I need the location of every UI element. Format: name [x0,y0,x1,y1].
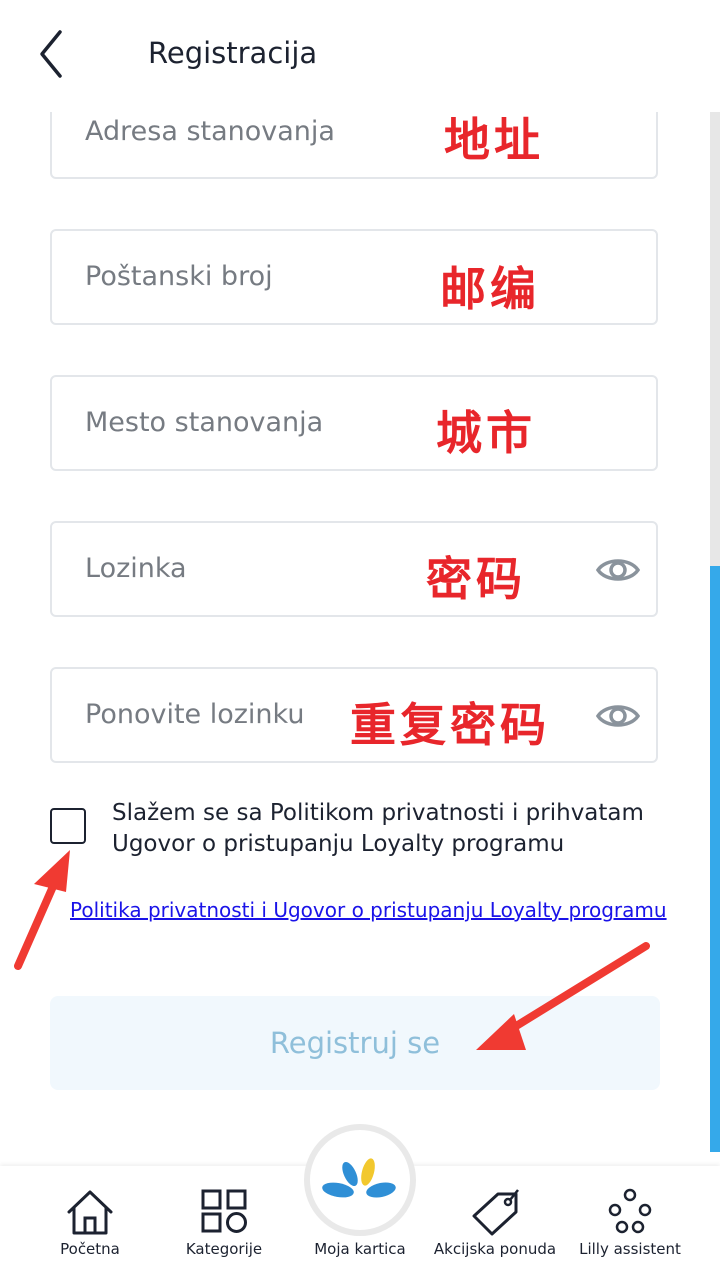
register-button[interactable]: Registruj se [50,996,660,1090]
nav-label-categories: Kategorije [185,1240,263,1258]
nav-item-home[interactable]: Početna [40,1166,140,1280]
eye-icon[interactable] [595,701,641,731]
nav-label-my-card: Moja kartica [314,1240,406,1258]
my-card-button[interactable] [304,1124,416,1236]
password-annotation: 密码 [426,552,526,606]
home-icon [67,1190,113,1235]
header: Registracija [0,0,720,112]
postal-code-placeholder: Poštanski broj [85,261,273,292]
eye-icon[interactable] [595,555,641,585]
city-placeholder: Mesto stanovanja [85,407,324,438]
postal-code-annotation: 邮编 [440,262,540,316]
nav-item-categories[interactable]: Kategorije [174,1166,274,1280]
nav-label-promotions: Akcijska ponuda [433,1240,557,1258]
arrow-to-checkbox [14,850,70,970]
consent-text: Slažem se sa Politikom privatnosti i pri… [112,800,644,857]
petals-logo-icon [322,1158,396,1198]
city-annotation: 城市 [436,406,536,460]
password-placeholder: Lozinka [85,553,187,584]
privacy-policy-link[interactable]: Politika privatnosti i Ugovor o pristupa… [70,898,667,922]
tag-icon [472,1189,519,1236]
nav-item-assistant[interactable]: Lilly assistent [570,1166,690,1280]
page-title: Registracija [148,36,318,70]
address-annotation: 地址 [444,113,544,167]
repeat-password-placeholder: Ponovite lozinku [85,699,305,730]
nav-item-promotions[interactable]: Akcijska ponuda [430,1166,560,1280]
city-field[interactable]: Mesto stanovanja 城市 [50,375,658,471]
molecule-icon [608,1188,652,1234]
consent-checkbox[interactable] [50,808,86,844]
password-field[interactable]: Lozinka 密码 [50,521,658,617]
nav-label-home: Početna [60,1240,120,1258]
postal-code-field[interactable]: Poštanski broj 邮编 [50,229,658,325]
scrollbar-thumb[interactable] [710,566,720,1152]
address-placeholder: Adresa stanovanja [85,116,335,147]
chevron-left-icon[interactable] [32,28,72,80]
repeat-password-field[interactable]: Ponovite lozinku 重复密码 [50,667,658,763]
repeat-password-annotation: 重复密码 [350,698,550,752]
nav-label-assistant: Lilly assistent [579,1240,681,1258]
grid-icon [201,1189,247,1233]
